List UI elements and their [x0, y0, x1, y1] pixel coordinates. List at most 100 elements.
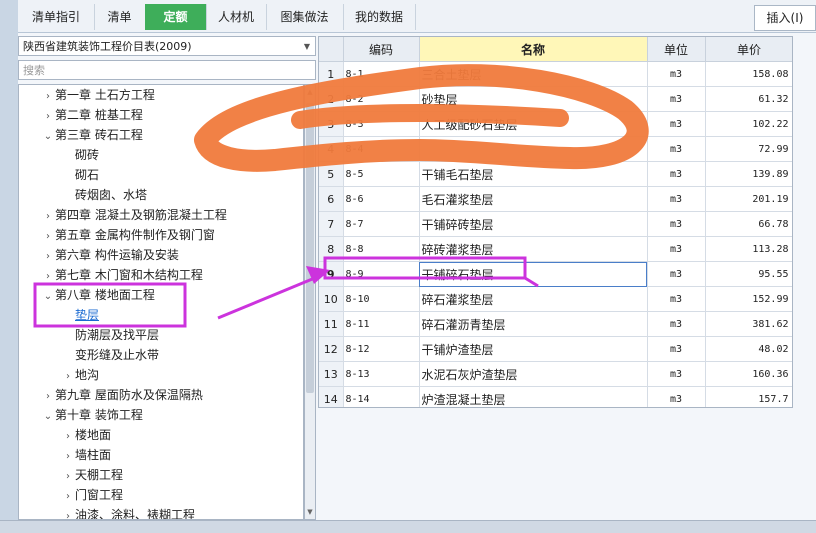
unit-cell[interactable]: m3 [647, 336, 706, 362]
chevron-right-icon[interactable]: › [41, 267, 55, 287]
price-cell[interactable]: 381.62 [705, 311, 792, 337]
tab-5[interactable]: 我的数据 [343, 4, 416, 30]
name-cell[interactable]: 砂垫层 [419, 86, 648, 112]
chevron-right-icon[interactable]: › [41, 227, 55, 247]
unit-cell[interactable]: m3 [647, 311, 706, 337]
row-number[interactable]: 9 [319, 261, 344, 287]
name-cell[interactable]: 水泥石灰炉渣垫层 [419, 361, 648, 387]
table-row[interactable]: 10 8-10 碎石灌浆垫层 m3 152.99 [319, 286, 792, 312]
price-cell[interactable]: 158.08 [705, 61, 792, 87]
code-cell[interactable]: 8-10 [343, 286, 420, 312]
table-row[interactable]: 4 8-4 m3 72.99 [319, 136, 792, 162]
code-cell[interactable]: 8-13 [343, 361, 420, 387]
code-cell[interactable]: 8-4 [343, 136, 420, 162]
code-cell[interactable]: 8-6 [343, 186, 420, 212]
unit-cell[interactable]: m3 [647, 161, 706, 187]
tree-node[interactable]: 砌砖 [61, 145, 99, 165]
chevron-right-icon[interactable]: › [41, 207, 55, 227]
tree-node[interactable]: ⌄ 第三章 砖石工程 [41, 125, 143, 145]
chevron-right-icon[interactable]: › [61, 487, 75, 507]
row-number[interactable]: 7 [319, 211, 344, 237]
unit-cell[interactable]: m3 [647, 361, 706, 387]
tab-0[interactable]: 清单指引 [18, 4, 95, 30]
price-cell[interactable]: 72.99 [705, 136, 792, 162]
search-input[interactable]: 搜索 [18, 60, 316, 80]
chevron-down-icon[interactable]: ⌄ [41, 407, 55, 427]
tree-node[interactable]: 变形缝及止水带 [61, 345, 159, 365]
name-cell[interactable]: 三合土垫层 [419, 61, 648, 87]
unit-cell[interactable]: m3 [647, 286, 706, 312]
row-number[interactable]: 10 [319, 286, 344, 312]
row-number[interactable]: 6 [319, 186, 344, 212]
unit-cell[interactable]: m3 [647, 61, 706, 87]
price-cell[interactable]: 139.89 [705, 161, 792, 187]
header-unit[interactable]: 单位 [647, 37, 706, 62]
code-cell[interactable]: 8-8 [343, 236, 420, 262]
price-cell[interactable]: 48.02 [705, 336, 792, 362]
unit-cell[interactable]: m3 [647, 236, 706, 262]
table-row[interactable]: 2 8-2 砂垫层 m3 61.32 [319, 86, 792, 112]
chevron-right-icon[interactable]: › [61, 467, 75, 487]
scroll-down-icon[interactable]: ▼ [305, 505, 315, 519]
name-cell[interactable]: 碎石灌沥青垫层 [419, 311, 648, 337]
table-row[interactable]: 14 8-14 炉渣混凝土垫层 m3 157.7 [319, 386, 792, 407]
name-cell[interactable] [419, 136, 648, 162]
tree-node[interactable]: 垫层 [61, 305, 99, 325]
unit-cell[interactable]: m3 [647, 86, 706, 112]
unit-cell[interactable]: m3 [647, 386, 706, 407]
row-number[interactable]: 5 [319, 161, 344, 187]
tree-node[interactable]: ⌄ 第八章 楼地面工程 [41, 285, 155, 305]
tree-node[interactable]: › 第六章 构件运输及安装 [41, 245, 179, 265]
tree-node[interactable]: 防潮层及找平层 [61, 325, 159, 345]
name-cell[interactable]: 碎石灌浆垫层 [419, 286, 648, 312]
row-number[interactable]: 4 [319, 136, 344, 162]
row-number[interactable]: 12 [319, 336, 344, 362]
table-row[interactable]: 11 8-11 碎石灌沥青垫层 m3 381.62 [319, 311, 792, 337]
table-row[interactable]: 3 8-3 人工级配砂石垫层 m3 102.22 [319, 111, 792, 137]
price-cell[interactable]: 201.19 [705, 186, 792, 212]
tree-node[interactable]: › 第二章 桩基工程 [41, 105, 143, 125]
chevron-right-icon[interactable]: › [41, 87, 55, 107]
code-cell[interactable]: 8-1 [343, 61, 420, 87]
price-cell[interactable]: 95.55 [705, 261, 792, 287]
unit-cell[interactable]: m3 [647, 111, 706, 137]
catalog-select[interactable]: 陕西省建筑装饰工程价目表(2009) ▼ [18, 36, 316, 56]
tree-node[interactable]: › 第五章 金属构件制作及钢门窗 [41, 225, 215, 245]
tree-node[interactable]: › 地沟 [61, 365, 99, 385]
table-row[interactable]: 8 8-8 碎砖灌浆垫层 m3 113.28 [319, 236, 792, 262]
tree-node[interactable]: › 第一章 土石方工程 [41, 85, 155, 105]
code-cell[interactable]: 8-3 [343, 111, 420, 137]
chevron-right-icon[interactable]: › [61, 427, 75, 447]
tab-4[interactable]: 图集做法 [266, 4, 344, 30]
tree-node[interactable]: ⌄ 第十章 装饰工程 [41, 405, 143, 425]
chevron-right-icon[interactable]: › [61, 507, 75, 519]
table-row[interactable]: 7 8-7 干铺碎砖垫层 m3 66.78 [319, 211, 792, 237]
name-cell[interactable]: 干铺碎砖垫层 [419, 211, 648, 237]
chevron-right-icon[interactable]: › [41, 247, 55, 267]
header-name[interactable]: 名称 [419, 37, 648, 62]
row-number[interactable]: 2 [319, 86, 344, 112]
tree-node[interactable]: › 第四章 混凝土及钢筋混凝土工程 [41, 205, 227, 225]
code-cell[interactable]: 8-11 [343, 311, 420, 337]
header-price[interactable]: 单价 [705, 37, 792, 62]
price-cell[interactable]: 152.99 [705, 286, 792, 312]
name-cell[interactable]: 干铺毛石垫层 [419, 161, 648, 187]
table-row[interactable]: 12 8-12 干铺炉渣垫层 m3 48.02 [319, 336, 792, 362]
chevron-down-icon[interactable]: ⌄ [41, 127, 55, 147]
price-cell[interactable]: 66.78 [705, 211, 792, 237]
scroll-up-icon[interactable]: ▲ [305, 85, 315, 99]
insert-button[interactable]: 插入(I) [754, 5, 816, 31]
table-row[interactable]: 5 8-5 干铺毛石垫层 m3 139.89 [319, 161, 792, 187]
table-row[interactable]: 1 8-1 三合土垫层 m3 158.08 [319, 61, 792, 87]
row-number[interactable]: 14 [319, 386, 344, 407]
tree-node[interactable]: › 门窗工程 [61, 485, 123, 505]
tab-1[interactable]: 清单 [94, 4, 146, 30]
chevron-right-icon[interactable]: › [41, 387, 55, 407]
scroll-thumb[interactable] [306, 103, 314, 393]
unit-cell[interactable]: m3 [647, 136, 706, 162]
tree-node[interactable]: 砌石 [61, 165, 99, 185]
tree-node[interactable]: › 天棚工程 [61, 465, 123, 485]
unit-cell[interactable]: m3 [647, 261, 706, 287]
header-code[interactable]: 编码 [343, 37, 420, 62]
row-number[interactable]: 11 [319, 311, 344, 337]
